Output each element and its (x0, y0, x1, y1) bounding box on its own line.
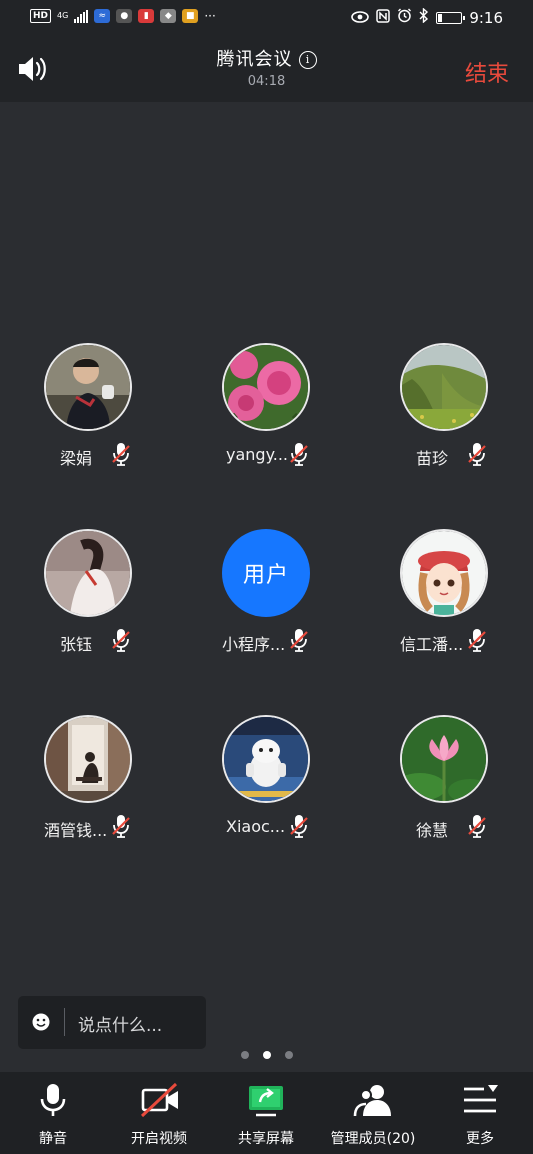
participant-name: 苗珍 (416, 449, 449, 468)
signal-icon (74, 9, 89, 23)
participant-name: 张钰 (60, 635, 93, 654)
mic-off-icon (112, 629, 130, 652)
mic-off-icon (112, 443, 130, 466)
start-video-button[interactable]: 开启视频 (106, 1072, 212, 1154)
avatar (44, 715, 132, 803)
more-label: 更多 (466, 1131, 494, 1147)
end-meeting-button[interactable]: 结束 (465, 56, 509, 88)
share-screen-button[interactable]: 共享屏幕 (213, 1072, 319, 1154)
avatar (44, 343, 132, 431)
participant-name: Xiaoc... (226, 817, 286, 836)
participant-name: 小程序... (222, 635, 286, 654)
chat-divider (64, 1008, 65, 1036)
mic-off-icon (468, 629, 486, 652)
bluetooth-icon (419, 7, 429, 27)
page-dot[interactable] (262, 1051, 271, 1059)
more-notifications-icon: ··· (204, 9, 216, 23)
avatar (400, 343, 488, 431)
alarm-icon (397, 8, 412, 27)
eye-icon (351, 9, 370, 27)
app-store-icon: ■ (182, 9, 199, 23)
info-icon[interactable]: i (298, 51, 317, 69)
mic-off-icon (290, 815, 308, 838)
participant-tile[interactable]: yangy... (182, 343, 352, 483)
status-bar: HD 4G ≈ ● ▮ ◆ ■ ··· 9:16 (0, 0, 533, 36)
meeting-timer: 04:18 (247, 74, 286, 89)
share-screen-icon (249, 1086, 283, 1117)
app-notification-icon: ≈ (94, 9, 111, 23)
avatar (400, 715, 488, 803)
recorder-icon: ▮ (138, 9, 155, 23)
participant-tile[interactable]: 张钰 (4, 529, 174, 669)
clock: 9:16 (469, 8, 503, 27)
mute-button[interactable]: 静音 (0, 1072, 106, 1154)
microphone-icon (40, 1084, 66, 1116)
wechat-icon: ● (116, 9, 133, 23)
participant-tile[interactable]: 用户 小程序... (182, 529, 352, 669)
avatar (222, 715, 310, 803)
page-indicator (0, 1051, 533, 1059)
avatar (44, 529, 132, 617)
hd-badge: HD (30, 9, 52, 23)
more-menu-icon (464, 1085, 498, 1113)
participant-tile[interactable]: 酒管钱... (4, 715, 174, 855)
page-dot[interactable] (240, 1051, 249, 1059)
members-label: 管理成员(20) (330, 1131, 416, 1147)
mic-off-icon (468, 443, 486, 466)
avatar (400, 529, 488, 617)
video-label: 开启视频 (131, 1131, 187, 1147)
participant-tile[interactable]: Xiaoc... (182, 715, 352, 855)
emoji-icon[interactable] (32, 1013, 50, 1031)
members-icon (353, 1085, 391, 1117)
chat-input[interactable]: 说点什么... (18, 996, 206, 1049)
participant-tile[interactable]: 梁娟 (4, 343, 174, 483)
avatar: 用户 (222, 529, 310, 617)
meeting-header: 腾讯会议 i 04:18 结束 (0, 36, 533, 102)
participant-tile[interactable]: 徐慧 (360, 715, 530, 855)
message-icon: ◆ (160, 9, 177, 23)
share-label: 共享屏幕 (238, 1131, 294, 1147)
participant-tile[interactable]: 信工潘... (360, 529, 530, 669)
video-off-icon (140, 1082, 178, 1118)
participant-name: 梁娟 (60, 449, 93, 468)
chat-placeholder: 说点什么... (78, 1016, 163, 1036)
battery-icon (436, 11, 466, 24)
mute-label: 静音 (39, 1131, 67, 1147)
network-type: 4G (57, 11, 69, 20)
participant-name: 徐慧 (416, 821, 449, 840)
mic-off-icon (468, 815, 486, 838)
mic-off-icon (112, 815, 130, 838)
participant-name: yangy... (226, 445, 289, 464)
manage-members-button[interactable]: 管理成员(20) (320, 1072, 426, 1154)
bottom-toolbar: 静音 开启视频 共享屏幕 管理成员(20) 更多 (0, 1072, 533, 1154)
nfc-icon (376, 8, 391, 27)
mic-off-icon (290, 629, 308, 652)
participant-name: 信工潘... (400, 635, 464, 654)
avatar (222, 343, 310, 431)
title-block: 腾讯会议 i 04:18 (0, 45, 533, 89)
status-right: 9:16 (351, 7, 503, 27)
status-left: HD 4G ≈ ● ▮ ◆ ■ ··· (30, 9, 216, 23)
page-dot[interactable] (284, 1051, 293, 1059)
mic-off-icon (290, 443, 308, 466)
more-button[interactable]: 更多 (427, 1072, 533, 1154)
participant-tile[interactable]: 苗珍 (360, 343, 530, 483)
participant-name: 酒管钱... (44, 821, 108, 840)
meeting-title[interactable]: 腾讯会议 (217, 49, 293, 70)
